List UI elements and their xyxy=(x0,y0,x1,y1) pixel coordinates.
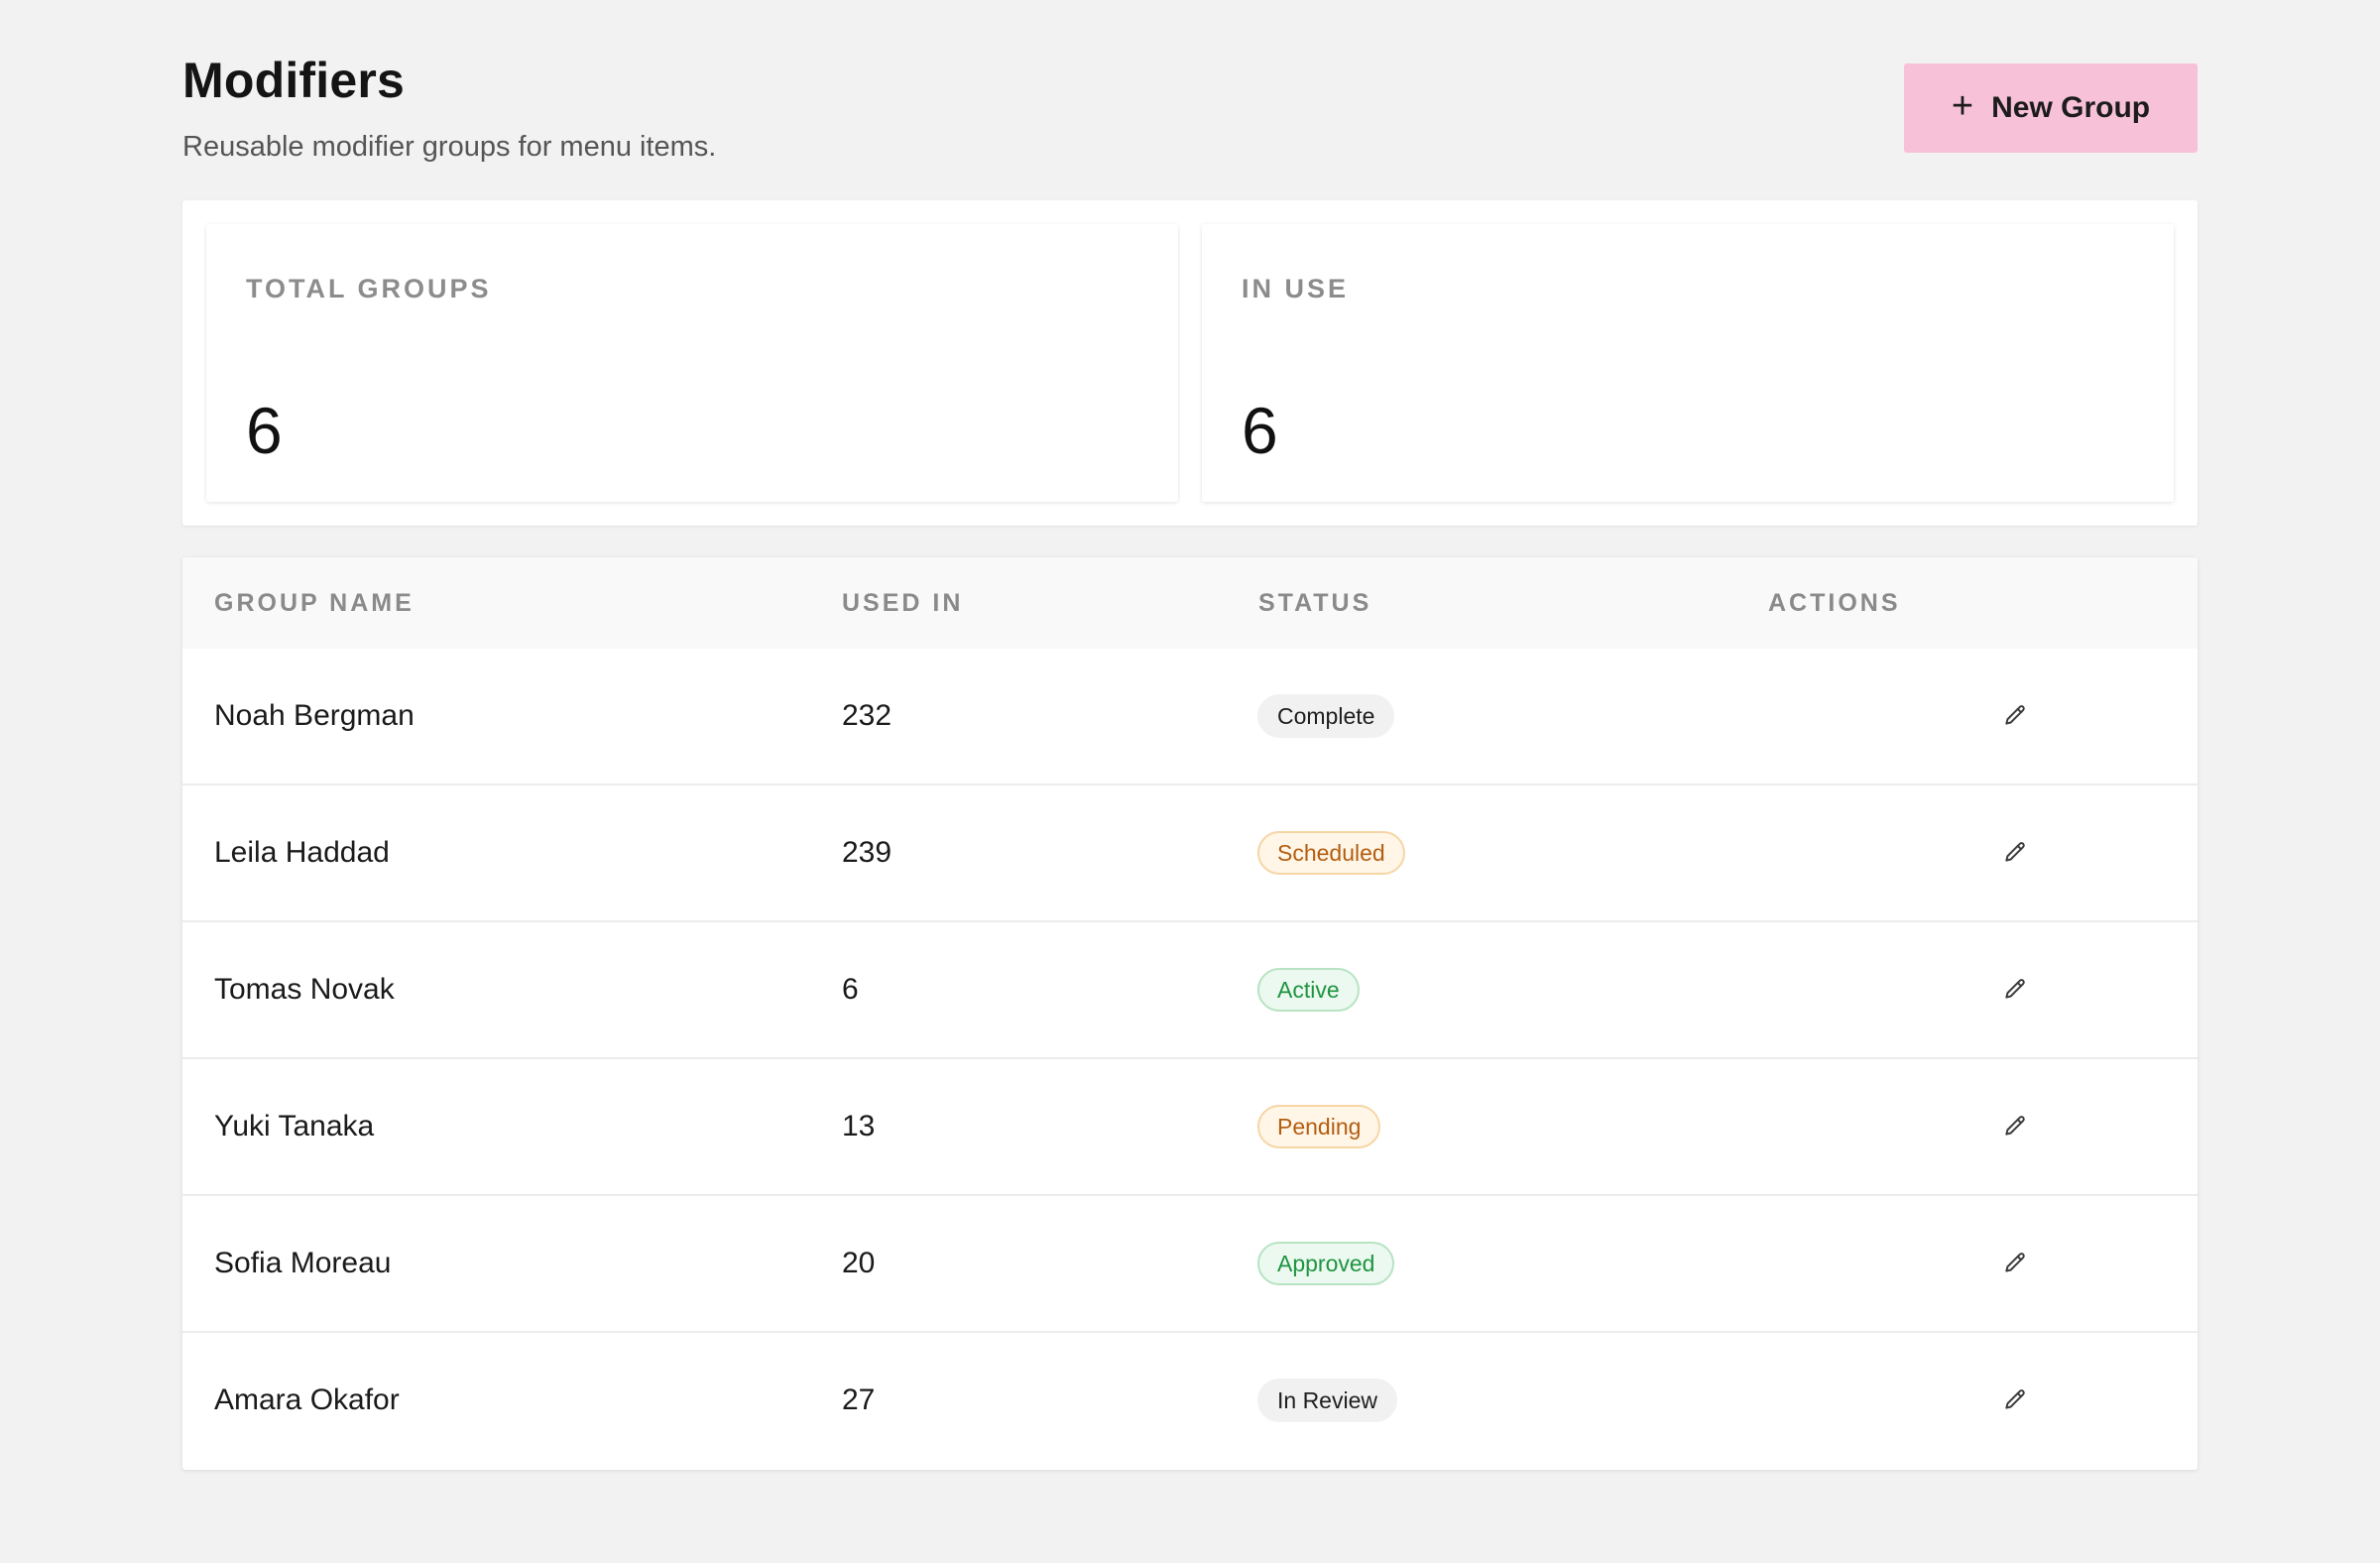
stat-card-total-groups: TOTAL GROUPS 6 xyxy=(206,224,1178,502)
edit-button[interactable] xyxy=(1997,1109,2033,1144)
used-in-cell: 20 xyxy=(842,1247,876,1279)
new-group-button-label: New Group xyxy=(1991,91,2151,124)
used-in-cell: 6 xyxy=(842,973,859,1006)
status-cell: Pending xyxy=(1257,1059,1381,1194)
group-name-cell: Leila Haddad xyxy=(214,836,390,869)
status-badge: Approved xyxy=(1257,1242,1395,1285)
stat-label: IN USE xyxy=(1242,274,1350,303)
used-in-cell: 13 xyxy=(842,1110,876,1142)
page-title: Modifiers xyxy=(182,53,406,108)
new-group-button[interactable]: + New Group xyxy=(1904,63,2198,153)
actions-cell xyxy=(1997,649,2033,783)
pencil-icon xyxy=(2005,705,2025,725)
status-badge: In Review xyxy=(1257,1379,1397,1422)
actions-cell xyxy=(1997,1059,2033,1194)
edit-button[interactable] xyxy=(1997,1383,2033,1418)
status-cell: Complete xyxy=(1257,649,1395,783)
page-header: Modifiers Reusable modifier groups for m… xyxy=(182,0,2198,200)
page-subtitle: Reusable modifier groups for menu items. xyxy=(182,131,717,163)
modifier-groups-table: GROUP NAME USED IN STATUS ACTIONS Noah B… xyxy=(182,557,2198,1470)
status-badge: Pending xyxy=(1257,1105,1381,1148)
group-name-cell: Amara Okafor xyxy=(214,1383,400,1416)
stat-card-in-use: IN USE 6 xyxy=(1202,224,2174,502)
pencil-icon xyxy=(2005,842,2025,862)
column-header-used-in: USED IN xyxy=(842,589,964,617)
column-header-status: STATUS xyxy=(1258,589,1372,617)
edit-button[interactable] xyxy=(1997,698,2033,734)
status-badge: Scheduled xyxy=(1257,831,1405,875)
stat-value: 6 xyxy=(246,394,283,467)
status-cell: Scheduled xyxy=(1257,785,1405,920)
actions-cell xyxy=(1997,1333,2033,1468)
edit-button[interactable] xyxy=(1997,1246,2033,1281)
actions-cell xyxy=(1997,1196,2033,1331)
table-row: Tomas Novak 6 Active xyxy=(182,922,2198,1059)
stat-value: 6 xyxy=(1242,394,1278,467)
table-header: GROUP NAME USED IN STATUS ACTIONS xyxy=(182,557,2198,649)
table-row: Leila Haddad 239 Scheduled xyxy=(182,785,2198,922)
pencil-icon xyxy=(2005,979,2025,999)
pencil-icon xyxy=(2005,1253,2025,1272)
status-badge: Complete xyxy=(1257,694,1395,738)
column-header-actions: ACTIONS xyxy=(1768,589,1901,617)
group-name-cell: Yuki Tanaka xyxy=(214,1110,375,1142)
used-in-cell: 27 xyxy=(842,1383,876,1416)
table-row: Yuki Tanaka 13 Pending xyxy=(182,1059,2198,1196)
group-name-cell: Tomas Novak xyxy=(214,973,395,1006)
group-name-cell: Sofia Moreau xyxy=(214,1247,392,1279)
status-cell: Active xyxy=(1257,922,1360,1057)
used-in-cell: 239 xyxy=(842,836,892,869)
stat-label: TOTAL GROUPS xyxy=(246,274,492,303)
table-row: Sofia Moreau 20 Approved xyxy=(182,1196,2198,1333)
pencil-icon xyxy=(2005,1389,2025,1409)
status-badge: Active xyxy=(1257,968,1360,1012)
column-header-group-name: GROUP NAME xyxy=(214,589,415,617)
used-in-cell: 232 xyxy=(842,699,892,732)
modifiers-page: Modifiers Reusable modifier groups for m… xyxy=(182,0,2198,1470)
table-row: Amara Okafor 27 In Review xyxy=(182,1333,2198,1470)
actions-cell xyxy=(1997,922,2033,1057)
plus-icon: + xyxy=(1951,85,1974,127)
table-row: Noah Bergman 232 Complete xyxy=(182,649,2198,785)
edit-button[interactable] xyxy=(1997,835,2033,871)
pencil-icon xyxy=(2005,1116,2025,1136)
table-body: Noah Bergman 232 Complete Leila Haddad 2… xyxy=(182,649,2198,1470)
edit-button[interactable] xyxy=(1997,972,2033,1008)
status-cell: In Review xyxy=(1257,1333,1397,1468)
group-name-cell: Noah Bergman xyxy=(214,699,415,732)
stats-panel: TOTAL GROUPS 6 IN USE 6 xyxy=(182,200,2198,526)
status-cell: Approved xyxy=(1257,1196,1395,1331)
actions-cell xyxy=(1997,785,2033,920)
